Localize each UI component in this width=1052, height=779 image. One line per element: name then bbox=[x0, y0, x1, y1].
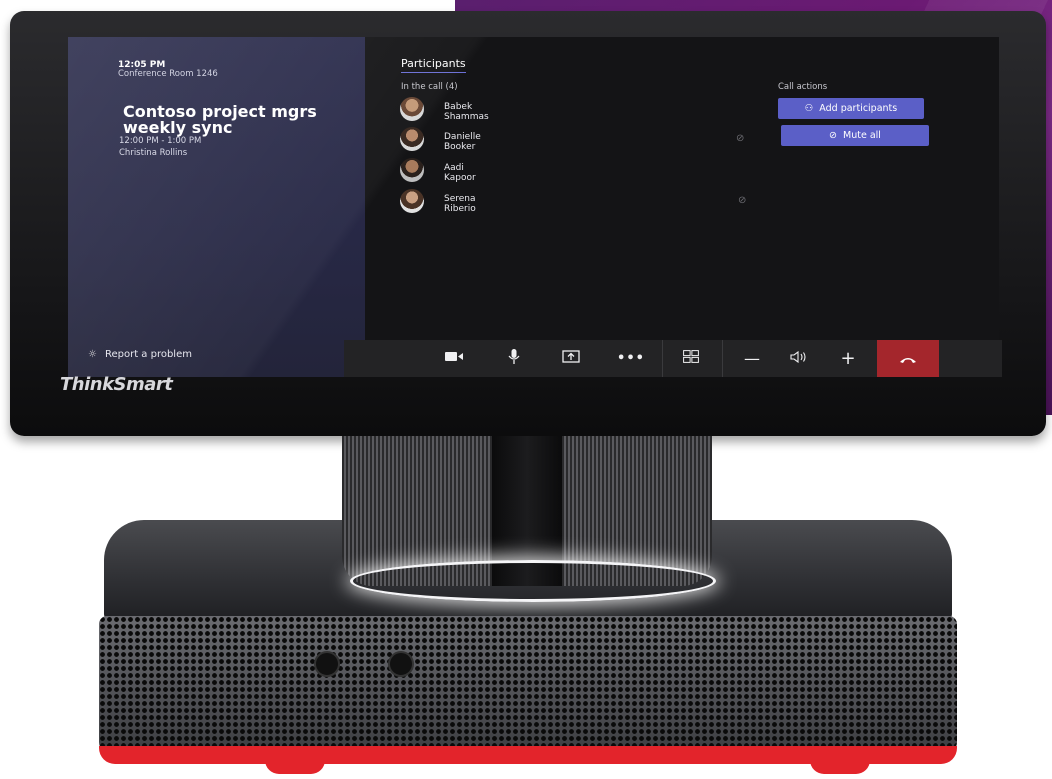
mic-off-icon: ⊘ bbox=[829, 130, 838, 141]
mic-off-icon: ⊘ bbox=[736, 133, 745, 144]
mic-off-icon: ⊘ bbox=[738, 195, 747, 206]
call-actions-heading: Call actions bbox=[778, 82, 828, 92]
hang-up-button[interactable] bbox=[877, 340, 939, 377]
meeting-time-range: 12:00 PM - 1:00 PM bbox=[119, 136, 202, 146]
share-screen-icon bbox=[562, 349, 580, 368]
meeting-title-line2: weekly sync bbox=[123, 118, 233, 137]
meeting-info-panel: 12:05 PM Conference Room 1246 Contoso pr… bbox=[68, 37, 365, 377]
report-problem-label: Report a problem bbox=[104, 348, 192, 360]
more-options-button[interactable]: ••• bbox=[609, 340, 653, 377]
base-foot bbox=[265, 760, 325, 774]
participant-avatar bbox=[400, 158, 424, 182]
audio-port bbox=[314, 651, 340, 677]
volume-down-button[interactable]: — bbox=[730, 340, 774, 377]
teams-room-screen: 12:05 PM Conference Room 1246 Contoso pr… bbox=[68, 37, 999, 377]
mute-all-button[interactable]: ⊘ Mute all bbox=[781, 125, 929, 146]
report-problem-button[interactable]: ☼ Report a problem bbox=[88, 346, 192, 362]
plus-icon: + bbox=[840, 348, 856, 369]
add-person-icon: ⚇ bbox=[804, 103, 814, 114]
thinksmart-logo: ThinkSmart bbox=[60, 374, 173, 395]
more-icon: ••• bbox=[617, 351, 645, 366]
base-foot bbox=[810, 760, 870, 774]
toolbar-divider bbox=[722, 340, 723, 377]
layout-button[interactable] bbox=[669, 340, 713, 377]
participant-name: Babek Shammas bbox=[444, 102, 489, 122]
camera-icon bbox=[445, 351, 463, 366]
volume-up-button[interactable]: + bbox=[826, 340, 870, 377]
speaker-icon bbox=[790, 350, 808, 367]
toolbar-divider bbox=[662, 340, 663, 377]
speaker-grille bbox=[99, 616, 957, 756]
minus-icon: — bbox=[744, 349, 760, 368]
room-name: Conference Room 1246 bbox=[118, 69, 218, 79]
in-call-count: In the call (4) bbox=[401, 82, 458, 92]
mute-all-label: Mute all bbox=[843, 130, 881, 141]
participant-avatar bbox=[400, 127, 424, 151]
audio-port bbox=[388, 651, 414, 677]
participant-avatar bbox=[400, 97, 424, 121]
lightbulb-icon: ☼ bbox=[88, 348, 97, 360]
add-participants-label: Add participants bbox=[819, 103, 898, 114]
participant-name: Danielle Booker bbox=[444, 132, 481, 152]
participant-name: Serena Riberio bbox=[444, 194, 476, 214]
participant-name: Aadi Kapoor bbox=[444, 163, 476, 183]
microphone-button[interactable] bbox=[492, 340, 536, 377]
led-light-ring bbox=[350, 560, 716, 602]
meeting-organizer: Christina Rollins bbox=[119, 148, 188, 158]
tab-participants[interactable]: Participants bbox=[401, 57, 466, 73]
add-participants-button[interactable]: ⚇ Add participants bbox=[778, 98, 924, 119]
grid-layout-icon bbox=[683, 350, 699, 367]
microphone-icon bbox=[508, 348, 520, 369]
camera-button[interactable] bbox=[432, 340, 476, 377]
share-screen-button[interactable] bbox=[549, 340, 593, 377]
hang-up-icon bbox=[899, 349, 917, 368]
volume-indicator bbox=[777, 340, 821, 377]
participant-avatar bbox=[400, 189, 424, 213]
